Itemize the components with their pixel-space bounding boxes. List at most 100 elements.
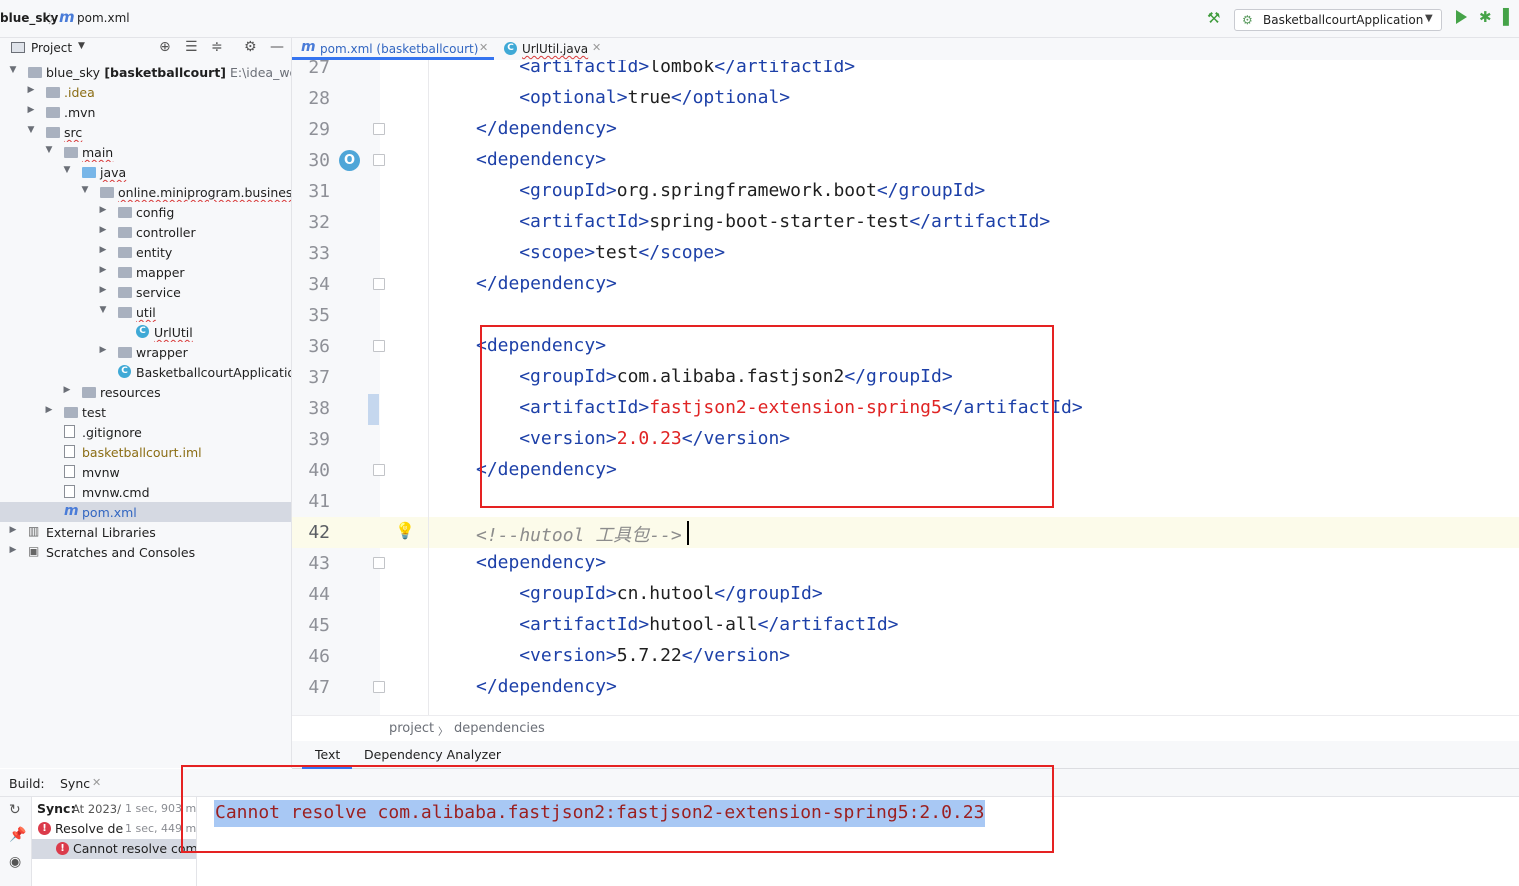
chevron-down-icon[interactable]: ▼ bbox=[44, 145, 54, 155]
refresh-icon[interactable]: ↻ bbox=[9, 802, 21, 818]
xml-value: spring-boot-starter-test bbox=[649, 211, 910, 232]
debug-bug-icon[interactable]: ✱ bbox=[1479, 8, 1492, 26]
resolve-dependencies-row[interactable]: ! Resolve de 1 sec, 449 ms bbox=[32, 819, 196, 839]
chevron-down-icon[interactable]: ▼ bbox=[80, 185, 90, 195]
tree-item[interactable]: C BasketballcourtApplication bbox=[0, 362, 291, 382]
chevron-right-icon[interactable]: ▶ bbox=[98, 345, 108, 355]
run-configuration-label: BasketballcourtApplication bbox=[1263, 13, 1424, 27]
tab-pom-xml[interactable]: m pom.xml (basketballcourt) ✕ bbox=[292, 38, 494, 60]
chevron-right-icon[interactable]: ▶ bbox=[44, 405, 54, 415]
tree-item[interactable]: ▼ src bbox=[0, 122, 291, 142]
close-icon[interactable]: ✕ bbox=[92, 776, 101, 789]
xml-tag: <artifactId> bbox=[519, 211, 650, 232]
chevron-right-icon[interactable]: ▶ bbox=[98, 205, 108, 215]
scratches-icon: ▣ bbox=[28, 544, 40, 558]
lightbulb-icon[interactable]: 💡 bbox=[395, 521, 415, 540]
tree-item[interactable]: ▶ .idea bbox=[0, 82, 291, 102]
chevron-down-icon[interactable]: ▼ bbox=[98, 305, 108, 315]
line-number: 37 bbox=[308, 367, 330, 388]
eye-icon[interactable]: ◉ bbox=[9, 854, 21, 870]
override-gutter-icon[interactable]: O bbox=[339, 150, 360, 171]
tree-item[interactable]: ▶ .mvn bbox=[0, 102, 291, 122]
code-text: <artifactId>hutool-all</artifactId> bbox=[519, 614, 898, 635]
fold-marker-icon[interactable] bbox=[373, 557, 385, 569]
tab-text[interactable]: Text bbox=[315, 747, 340, 762]
chevron-right-icon[interactable]: ▶ bbox=[62, 385, 72, 395]
tree-item[interactable]: .gitignore bbox=[0, 422, 291, 442]
xml-tag: <dependency> bbox=[476, 149, 607, 170]
line-number: 33 bbox=[308, 243, 330, 264]
pin-icon[interactable]: 📌 bbox=[9, 827, 26, 843]
locate-file-icon[interactable]: ⊕ bbox=[159, 39, 171, 55]
tree-item[interactable]: ▶ wrapper bbox=[0, 342, 291, 362]
tree-item[interactable]: ▶ ▣ Scratches and Consoles bbox=[0, 542, 291, 562]
tree-item[interactable]: ▼ java bbox=[0, 162, 291, 182]
package-icon bbox=[118, 267, 132, 278]
folder-icon bbox=[82, 387, 96, 398]
close-icon[interactable]: ✕ bbox=[592, 41, 601, 54]
collapse-all-icon[interactable]: ≑ bbox=[211, 39, 223, 55]
minimize-icon[interactable]: — bbox=[270, 39, 284, 55]
tree-item[interactable]: ▶ test bbox=[0, 402, 291, 422]
tree-item[interactable]: ▶ service bbox=[0, 282, 291, 302]
gear-icon[interactable]: ⚙ bbox=[244, 39, 257, 55]
tree-item[interactable]: ▶ mapper bbox=[0, 262, 291, 282]
expand-all-icon[interactable]: ☰ bbox=[185, 39, 198, 55]
editor-tab-bar: m pom.xml (basketballcourt) ✕ C UrlUtil.… bbox=[292, 38, 1519, 60]
tab-urlutil-java[interactable]: C UrlUtil.java ✕ bbox=[494, 38, 604, 60]
breadcrumb-file[interactable]: pom.xml bbox=[77, 11, 130, 25]
tab-dependency-analyzer[interactable]: Dependency Analyzer bbox=[364, 747, 501, 762]
fold-marker-icon[interactable] bbox=[373, 278, 385, 290]
tree-item-label: UrlUtil bbox=[154, 325, 193, 340]
cannot-resolve-row[interactable]: ! Cannot resolve com.a bbox=[32, 839, 196, 859]
coverage-icon[interactable]: ▌ bbox=[1503, 8, 1515, 26]
fold-marker-icon[interactable] bbox=[373, 681, 385, 693]
chevron-right-icon[interactable]: ▶ bbox=[8, 545, 18, 555]
fold-marker-icon[interactable] bbox=[373, 464, 385, 476]
line-number: 45 bbox=[308, 615, 330, 636]
chevron-down-icon[interactable]: ▼ bbox=[8, 65, 18, 75]
tree-item[interactable]: ▶ controller bbox=[0, 222, 291, 242]
tree-item[interactable]: m pom.xml bbox=[0, 502, 291, 522]
breadcrumb-dependencies-node[interactable]: dependencies bbox=[454, 721, 545, 736]
tree-item[interactable]: C UrlUtil bbox=[0, 322, 291, 342]
tree-item[interactable]: ▼ online.miniprogram.business.b bbox=[0, 182, 291, 202]
chevron-right-icon[interactable]: ▶ bbox=[98, 245, 108, 255]
close-icon[interactable]: ✕ bbox=[479, 41, 488, 54]
fold-marker-icon[interactable] bbox=[373, 154, 385, 166]
chevron-right-icon[interactable]: ▶ bbox=[98, 225, 108, 235]
chevron-right-icon: 〉 bbox=[438, 727, 448, 738]
tree-item-label: pom.xml bbox=[82, 505, 137, 520]
tree-item[interactable]: ▶ ▥ External Libraries bbox=[0, 522, 291, 542]
run-configuration-selector[interactable]: ⚙ BasketballcourtApplication ▼ bbox=[1234, 9, 1442, 31]
chevron-right-icon[interactable]: ▶ bbox=[98, 265, 108, 275]
breadcrumb-project-node[interactable]: project bbox=[389, 721, 434, 736]
build-hammer-icon[interactable]: ⚒ bbox=[1207, 9, 1220, 27]
chevron-down-icon[interactable]: ▼ bbox=[26, 125, 36, 135]
chevron-down-icon[interactable]: ▼ bbox=[62, 165, 72, 175]
chevron-down-icon[interactable]: ▼ bbox=[78, 41, 85, 51]
tree-item[interactable]: ▶ entity bbox=[0, 242, 291, 262]
sync-root-row[interactable]: Sync: At 2023/ 1 sec, 903 ms bbox=[32, 799, 196, 819]
tree-item[interactable]: mvnw.cmd bbox=[0, 482, 291, 502]
tree-item[interactable]: ▶ config bbox=[0, 202, 291, 222]
tree-item[interactable]: ▼ util bbox=[0, 302, 291, 322]
fold-marker-icon[interactable] bbox=[373, 123, 385, 135]
project-view-selector[interactable]: Project bbox=[31, 41, 72, 55]
xml-value: test bbox=[595, 242, 639, 263]
tree-item-label: .idea bbox=[64, 85, 95, 100]
tree-item[interactable]: ▶ resources bbox=[0, 382, 291, 402]
code-line: 27 <artifactId>lombok</artifactId> bbox=[292, 60, 1519, 84]
tab-sync[interactable]: Sync bbox=[60, 776, 90, 791]
chevron-right-icon[interactable]: ▶ bbox=[98, 285, 108, 295]
tree-item[interactable]: ▼ main bbox=[0, 142, 291, 162]
package-icon bbox=[118, 207, 132, 218]
chevron-right-icon[interactable]: ▶ bbox=[26, 85, 36, 95]
chevron-right-icon[interactable]: ▶ bbox=[26, 105, 36, 115]
run-icon[interactable] bbox=[1456, 10, 1467, 24]
tree-item[interactable]: mvnw bbox=[0, 462, 291, 482]
tree-item[interactable]: basketballcourt.iml bbox=[0, 442, 291, 462]
chevron-right-icon[interactable]: ▶ bbox=[8, 525, 18, 535]
tree-item[interactable]: ▼ blue_sky [basketballcourt] E:\idea_work… bbox=[0, 62, 291, 82]
fold-marker-icon[interactable] bbox=[373, 340, 385, 352]
